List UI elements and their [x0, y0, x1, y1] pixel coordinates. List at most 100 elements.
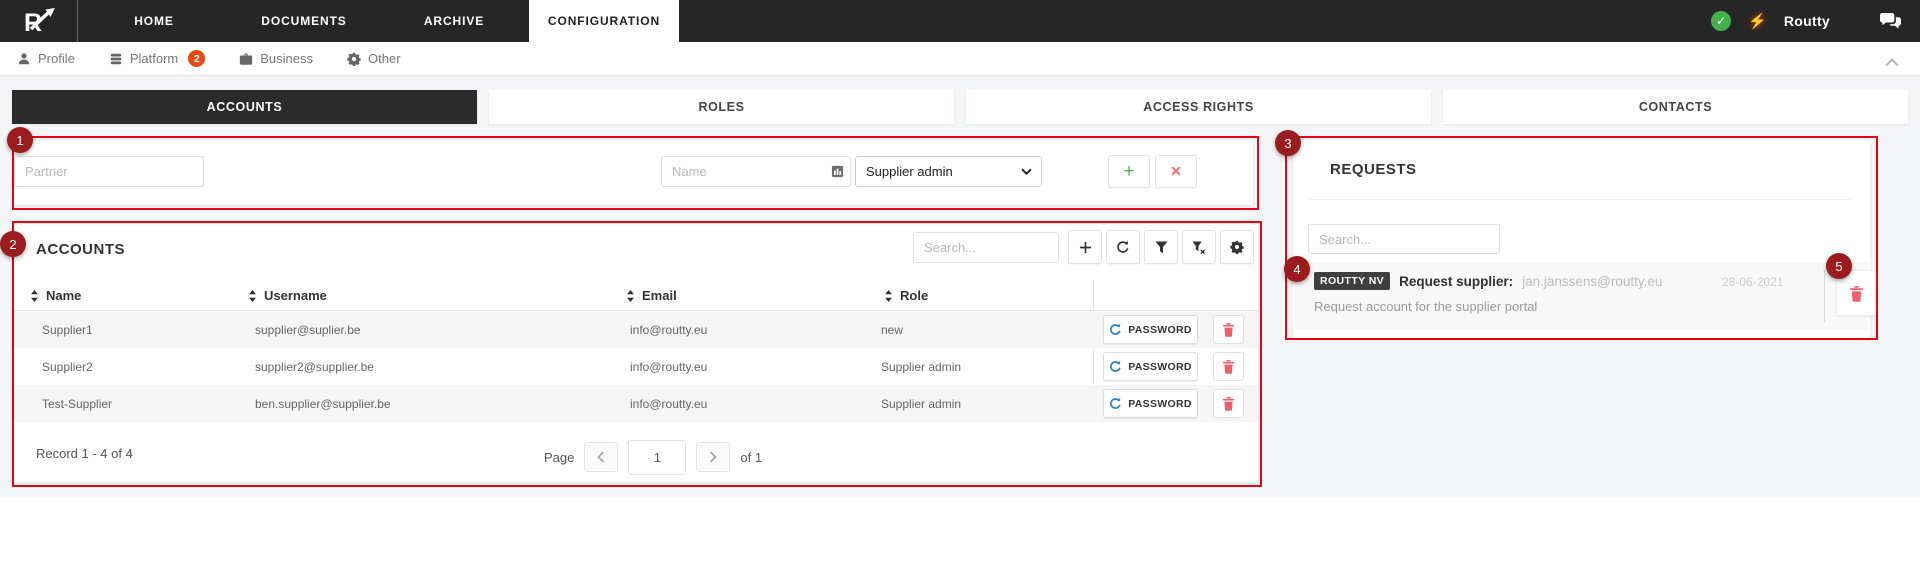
subnav-item-profile[interactable]: Profile [17, 51, 75, 66]
reset-password-button[interactable]: PASSWORD [1103, 315, 1198, 344]
refresh-button[interactable] [1106, 230, 1140, 264]
column-header-role[interactable]: Role [884, 280, 928, 311]
grid-icon[interactable] [831, 165, 844, 178]
cell-email: info@routty.eu [630, 323, 707, 337]
config-subnav: Profile Platform 2 Business Other [0, 42, 1920, 76]
chat-icon[interactable] [1879, 12, 1902, 31]
chevron-up-icon[interactable] [1884, 54, 1900, 72]
subnav-item-other[interactable]: Other [347, 51, 401, 66]
chevron-left-icon [597, 451, 605, 463]
gear-icon [1230, 240, 1244, 254]
role-select[interactable]: Supplier admin [855, 156, 1042, 187]
cell-username: ben.supplier@supplier.be [255, 397, 391, 411]
request-date: 28-06-2021 [1722, 275, 1783, 289]
accounts-title: ACCOUNTS [36, 241, 125, 258]
trash-icon [1222, 322, 1235, 337]
plus-icon: + [1123, 161, 1134, 183]
filter-field-name [661, 156, 851, 187]
clear-filter-button[interactable]: ✕ [1155, 155, 1197, 188]
tab-contacts[interactable]: CONTACTS [1443, 90, 1908, 124]
cell-name: Supplier2 [42, 360, 93, 374]
filter-field-input[interactable] [14, 156, 204, 187]
clear-filter-button[interactable] [1182, 230, 1216, 264]
accounts-search-input[interactable] [913, 232, 1059, 263]
request-item: ROUTTY NV Request supplier: jan.janssens… [1294, 262, 1869, 330]
platform-count-badge: 2 [188, 50, 205, 67]
filter-button[interactable] [1144, 230, 1178, 264]
prev-page-button[interactable] [584, 442, 618, 472]
column-header-email[interactable]: Email [626, 280, 677, 311]
filter-field-input[interactable] [661, 156, 851, 187]
topnav-item-archive[interactable]: ARCHIVE [379, 0, 529, 42]
cell-role: Supplier admin [881, 360, 961, 374]
account-row-supplier2: Supplier2 supplier2@supplier.be info@rou… [14, 348, 1258, 385]
topnav-item-documents[interactable]: DOCUMENTS [229, 0, 379, 42]
add-account-button[interactable]: + [1108, 155, 1150, 188]
account-row-test-supplier: Test-Supplier ben.supplier@supplier.be i… [14, 385, 1258, 422]
sort-icon [626, 290, 635, 302]
filter-field-partner [14, 156, 204, 187]
cell-name: Test-Supplier [42, 397, 112, 411]
user-icon [17, 52, 31, 66]
subnav-item-platform[interactable]: Platform 2 [109, 50, 205, 67]
brand-label: Routty [1784, 13, 1830, 29]
cell-role: new [881, 323, 903, 337]
main-nav: HOMEDOCUMENTSARCHIVECONFIGURATION [79, 0, 679, 42]
chevron-down-icon [1021, 168, 1032, 175]
close-icon: ✕ [1170, 163, 1182, 180]
tab-access-rights[interactable]: ACCESS RIGHTS [966, 90, 1431, 124]
account-row-supplier1: Supplier1 supplier@suplier.be info@routt… [14, 311, 1258, 348]
cell-username: supplier2@supplier.be [255, 360, 374, 374]
top-navigation-bar: R HOMEDOCUMENTSARCHIVECONFIGURATION ✓ ⚡ … [0, 0, 1920, 42]
page-of-label: of 1 [740, 450, 762, 465]
gear-icon [347, 52, 361, 66]
reset-password-button[interactable]: PASSWORD [1103, 352, 1198, 381]
password-refresh-icon [1109, 397, 1122, 410]
subnav-item-business[interactable]: Business [239, 51, 313, 66]
request-email: jan.janssens@routty.eu [1522, 274, 1662, 289]
delete-account-button[interactable] [1213, 389, 1244, 418]
request-description: Request account for the supplier portal [1314, 299, 1537, 314]
account-filter-panel: Supplier admin + ✕ [14, 141, 1253, 205]
tab-roles[interactable]: ROLES [489, 90, 954, 124]
chevron-right-icon [709, 451, 717, 463]
cell-username: supplier@suplier.be [255, 323, 361, 337]
page-label: Page [544, 450, 574, 465]
accounts-panel: ACCOUNTS Name Username Email Role [14, 224, 1258, 482]
password-refresh-icon [1109, 323, 1122, 336]
layers-icon [109, 52, 123, 66]
table-settings-button[interactable] [1220, 230, 1254, 264]
routty-logo-glyph: R [21, 7, 57, 35]
topnav-item-configuration[interactable]: CONFIGURATION [529, 0, 679, 42]
funnel-icon [1155, 241, 1168, 254]
delete-account-button[interactable] [1213, 315, 1244, 344]
password-refresh-icon [1109, 360, 1122, 373]
cell-name: Supplier1 [42, 323, 93, 337]
refresh-icon [1116, 240, 1130, 254]
briefcase-icon [239, 52, 253, 66]
reset-password-button[interactable]: PASSWORD [1103, 389, 1198, 418]
record-count: Record 1 - 4 of 4 [36, 446, 133, 461]
pagination: Page of 1 [544, 438, 762, 476]
delete-request-button[interactable] [1836, 270, 1876, 316]
sort-icon [884, 290, 893, 302]
delete-account-button[interactable] [1213, 352, 1244, 381]
requests-divider [1310, 199, 1850, 200]
cell-email: info@routty.eu [630, 360, 707, 374]
table-header-row: Name Username Email Role [14, 280, 1258, 311]
request-divider [1824, 270, 1825, 322]
topbar-status-cluster: ✓ ⚡ Routty [1711, 0, 1902, 42]
cell-role: Supplier admin [881, 397, 961, 411]
page-number-input[interactable] [628, 440, 686, 475]
requests-search-input[interactable] [1308, 224, 1500, 254]
cell-email: info@routty.eu [630, 397, 707, 411]
tab-accounts[interactable]: ACCOUNTS [12, 90, 477, 124]
add-row-button[interactable] [1068, 230, 1102, 264]
section-tabs: ACCOUNTS ROLES ACCESS RIGHTS CONTACTS [12, 90, 1908, 124]
status-check-icon[interactable]: ✓ [1711, 11, 1731, 31]
topnav-item-home[interactable]: HOME [79, 0, 229, 42]
column-header-username[interactable]: Username [248, 280, 327, 311]
routty-logo-icon[interactable]: R [0, 0, 78, 42]
column-header-name[interactable]: Name [30, 280, 81, 311]
next-page-button[interactable] [696, 442, 730, 472]
